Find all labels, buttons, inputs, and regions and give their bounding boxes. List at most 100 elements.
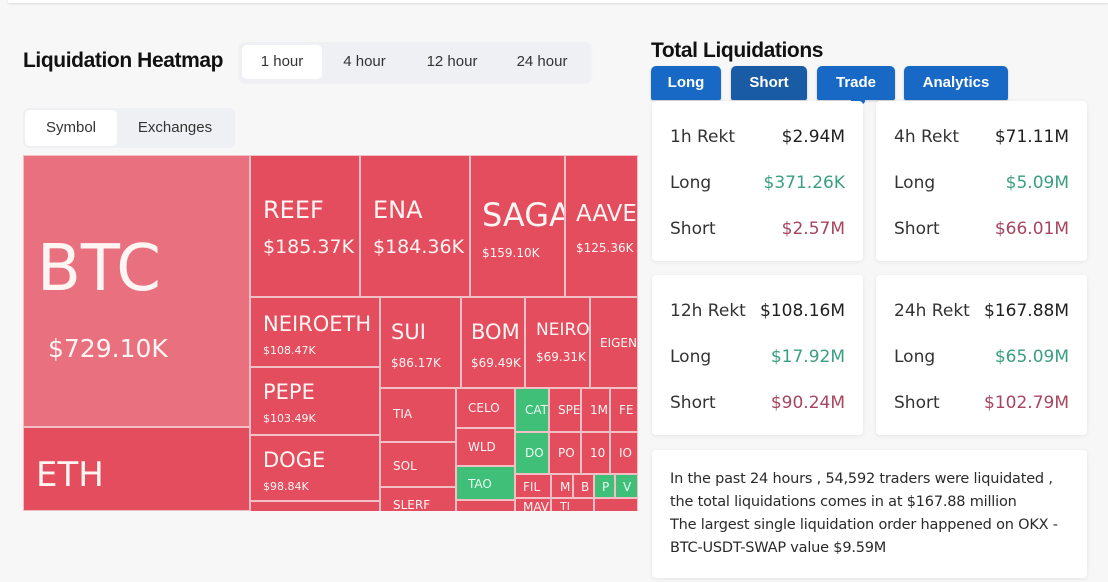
tile-value: $185.37K — [263, 236, 355, 258]
tab-12-hour[interactable]: 12 hour — [407, 45, 497, 79]
treemap-tile-m[interactable]: M — [551, 474, 573, 498]
tile-symbol: CELO — [468, 401, 500, 415]
treemap-tile-fe[interactable]: FE — [610, 388, 638, 432]
tile-symbol: SOL — [393, 459, 417, 473]
card-short-label: Short — [894, 393, 940, 413]
tile-symbol: REEF — [263, 196, 324, 224]
tile-value: $98.84K — [263, 480, 309, 493]
card-period: 24h Rekt — [894, 301, 970, 321]
treemap-tile-celo[interactable]: CELO — [456, 388, 515, 428]
tile-symbol: 10 — [590, 446, 606, 460]
heatmap-title: Liquidation Heatmap — [23, 49, 224, 72]
tile-symbol: DOGE — [263, 448, 326, 472]
treemap-tile-small[interactable] — [594, 498, 638, 511]
tile-value: $729.10K — [48, 334, 168, 363]
treemap-tile-b[interactable]: B — [573, 474, 594, 498]
tile-symbol: WLD — [468, 440, 496, 454]
tile-symbol: PO — [558, 446, 575, 460]
tile-symbol: FIL — [523, 480, 541, 494]
treemap-tile-eigen[interactable]: EIGEN — [590, 297, 638, 388]
card-long-label: Long — [670, 173, 712, 193]
treemap-tile-fil[interactable]: FIL — [515, 474, 551, 498]
treemap-tile-sui[interactable]: SUI $86.17K — [380, 297, 461, 388]
treemap-tile-mav[interactable]: MAV — [515, 498, 551, 511]
treemap-tile-wld[interactable]: WLD — [456, 428, 515, 466]
short-button[interactable]: Short — [731, 66, 807, 100]
card-long-label: Long — [670, 347, 712, 367]
tile-symbol: TAO — [468, 477, 492, 491]
treemap-tile-tao[interactable]: TAO — [456, 466, 515, 500]
treemap-tile-1m[interactable]: 1M — [581, 388, 610, 432]
trade-button[interactable]: Trade — [817, 66, 895, 104]
treemap-tile-po[interactable]: PO — [549, 432, 581, 474]
tab-symbol[interactable]: Symbol — [25, 110, 117, 146]
treemap-tile-ti[interactable]: TI — [551, 498, 594, 511]
treemap-tile-small[interactable] — [456, 500, 515, 511]
treemap-tile-do[interactable]: DO — [515, 432, 549, 474]
liquidation-summary: In the past 24 hours , 54,592 traders we… — [652, 450, 1087, 578]
tile-symbol: CAT — [525, 403, 548, 417]
trade-button-label: Trade — [835, 74, 877, 91]
card-total: $2.94M — [781, 127, 845, 147]
card-period: 1h Rekt — [670, 127, 736, 147]
card-total: $108.16M — [760, 301, 845, 321]
treemap-tile-aave[interactable]: AAVE $125.36K — [565, 155, 638, 297]
tile-symbol: B — [581, 480, 590, 494]
treemap-tile-slerf[interactable]: SLERF — [380, 487, 456, 511]
tile-symbol: TIA — [393, 407, 413, 421]
tile-value: $103.49K — [263, 412, 316, 425]
treemap-tile-p[interactable]: P — [594, 474, 615, 498]
tile-symbol: TI — [560, 500, 570, 511]
tile-symbol: BOM — [471, 320, 520, 344]
tile-symbol: ETH — [36, 455, 104, 495]
analytics-button[interactable]: Analytics — [904, 66, 1008, 100]
treemap-tile-small[interactable] — [250, 501, 380, 511]
rekt-card-12h: 12h Rekt $108.16M Long $17.92M Short $90.24… — [652, 275, 863, 435]
treemap-tile-pepe[interactable]: PEPE $103.49K — [250, 367, 380, 435]
treemap-tile-reef[interactable]: REEF $185.37K — [250, 155, 360, 297]
treemap-tile-spe[interactable]: SPE — [549, 388, 581, 432]
long-button[interactable]: Long — [651, 66, 721, 100]
treemap-tile-io[interactable]: IO — [610, 432, 638, 474]
tile-symbol: 1M — [590, 403, 608, 417]
treemap-tile-10[interactable]: 10 — [581, 432, 610, 474]
tile-symbol: ENA — [373, 196, 423, 224]
treemap-tile-saga[interactable]: SAGA $159.10K — [470, 155, 565, 297]
tab-4-hour[interactable]: 4 hour — [322, 45, 407, 79]
treemap-tile-eth[interactable]: ETH — [23, 427, 250, 511]
treemap-tile-cat[interactable]: CAT — [515, 388, 549, 432]
treemap-tile-btc[interactable]: BTC $729.10K — [23, 155, 250, 427]
tile-symbol: SPE — [558, 403, 581, 417]
treemap-tile-neiroeth[interactable]: NEIROETH $108.47K — [250, 297, 380, 367]
tile-value: $86.17K — [391, 356, 441, 370]
card-long-value: $17.92M — [770, 347, 845, 367]
treemap-tile-ena[interactable]: ENA $184.36K — [360, 155, 470, 297]
card-short-value: $2.57M — [781, 219, 845, 239]
rekt-card-24h: 24h Rekt $167.88M Long $65.09M Short $102.7… — [876, 275, 1087, 435]
tile-value: $125.36K — [576, 241, 634, 255]
card-short-value: $102.79M — [984, 393, 1069, 413]
tab-24-hour[interactable]: 24 hour — [497, 45, 587, 79]
card-period: 12h Rekt — [670, 301, 746, 321]
tab-exchanges[interactable]: Exchanges — [117, 110, 233, 146]
tile-value: $108.47K — [263, 344, 316, 357]
treemap-tile-bom[interactable]: BOM $69.49K — [461, 297, 525, 388]
treemap-tile-tia[interactable]: TIA — [380, 388, 456, 442]
rekt-card-4h: 4h Rekt $71.11M Long $5.09M Short $66.01M — [876, 101, 1087, 261]
card-long-value: $371.26K — [763, 173, 845, 193]
card-short-value: $90.24M — [770, 393, 845, 413]
treemap-tile-doge[interactable]: DOGE $98.84K — [250, 435, 380, 501]
treemap-tile-v[interactable]: V — [615, 474, 638, 498]
tile-symbol: DO — [525, 446, 544, 460]
tile-value: $69.31K — [536, 350, 586, 364]
tile-symbol: EIGEN — [600, 336, 637, 350]
treemap-tile-sol[interactable]: SOL — [380, 442, 456, 487]
treemap-tile-neiro[interactable]: NEIRO $69.31K — [525, 297, 590, 388]
summary-line-totals: In the past 24 hours , 54,592 traders we… — [670, 471, 1053, 510]
card-short-label: Short — [670, 219, 716, 239]
tile-symbol: IO — [619, 446, 632, 460]
tile-value: $69.49K — [471, 356, 521, 370]
tab-1-hour[interactable]: 1 hour — [242, 45, 322, 79]
card-total: $71.11M — [994, 127, 1069, 147]
card-short-label: Short — [670, 393, 716, 413]
